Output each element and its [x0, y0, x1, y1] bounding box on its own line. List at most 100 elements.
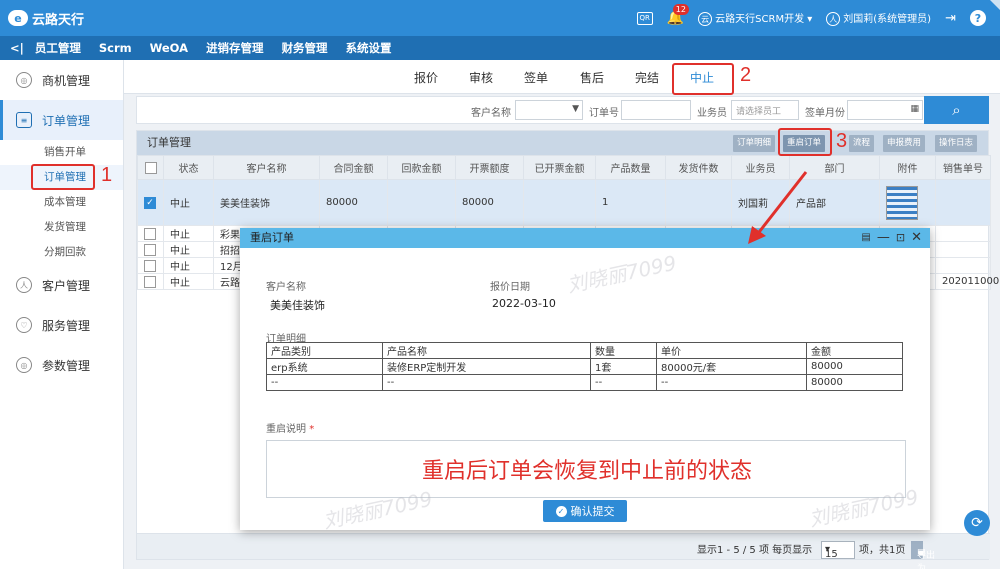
column-header[interactable]: 销售单号	[935, 155, 991, 180]
qr-dialog-icon[interactable]: ▤	[861, 228, 870, 248]
attachment-cell[interactable]	[879, 179, 936, 226]
floating-assistant-icon[interactable]: ⟳	[964, 510, 990, 536]
sidebar-item-orders[interactable]: ≡ 订单管理	[0, 100, 123, 140]
minimize-icon[interactable]: —	[877, 228, 890, 248]
pagination-bar: 显示1 - 5 / 5 项 每页显示 15 ▾ 项，共1页 ▣ 导出为excel	[137, 533, 990, 569]
sidebar-item-params[interactable]: ◎ 参数管理	[0, 345, 123, 385]
sidebar-sub-shipping[interactable]: 发货管理	[0, 215, 123, 240]
sidebar-item-service[interactable]: ♡ 服务管理	[0, 305, 123, 345]
order-no-input[interactable]	[621, 100, 691, 120]
operation-log-button[interactable]: 操作日志	[935, 135, 978, 152]
customer-select[interactable]: ▼	[515, 100, 583, 120]
shipped-cell	[665, 179, 732, 226]
logo-icon: e	[8, 10, 28, 26]
row-checkbox[interactable]	[144, 227, 156, 240]
table-row[interactable]: ✓ 中止 美美佳装饰 80000 80000 1 刘国莉 产品部	[137, 179, 991, 226]
nav-item-inventory[interactable]: 进销存管理	[197, 40, 273, 56]
company-name: 云路天行SCRM开发 ▾	[715, 13, 813, 25]
column-header[interactable]: 状态	[163, 155, 214, 180]
row-select-cell[interactable]	[137, 241, 164, 258]
chevron-down-icon: ▼	[572, 104, 579, 114]
qr-code-icon[interactable]: QR	[636, 11, 653, 25]
customer-label: 客户名称	[266, 282, 306, 293]
notification-badge: 12	[672, 4, 689, 15]
close-icon[interactable]: ✕	[911, 228, 922, 248]
sidebar-sub-installments[interactable]: 分期回款	[0, 240, 123, 265]
tab-quote[interactable]: 报价	[414, 69, 438, 86]
order-detail-button[interactable]: 订单明细	[733, 135, 776, 152]
table-header-row: 状态 客户名称 合同金额 回款金额 开票额度 已开票金额 产品数量 发货件数 业…	[137, 155, 991, 180]
row-select-cell[interactable]: ✓	[137, 179, 164, 226]
sidebar-item-opportunity[interactable]: ◎ 商机管理	[0, 60, 123, 100]
staff-input[interactable]: 请选择员工	[731, 100, 799, 120]
nav-item-finance[interactable]: 财务管理	[273, 40, 337, 56]
annotation-box-1	[31, 164, 95, 190]
customer-cell: 美美佳装饰	[213, 179, 320, 226]
app-name: 云路天行	[32, 12, 85, 28]
nav-item-scrm[interactable]: Scrm	[90, 41, 141, 55]
column-header[interactable]: 回款金额	[387, 155, 456, 180]
app-logo[interactable]: e 云路天行	[0, 9, 140, 28]
nav-item-staff[interactable]: 员工管理	[26, 40, 90, 56]
reason-textarea[interactable]: 重启后订单会恢复到中止前的状态	[266, 440, 906, 498]
column-header[interactable]: 发货件数	[665, 155, 732, 180]
search-button[interactable]: ⌕	[924, 96, 989, 124]
annotation-box-2	[672, 63, 734, 95]
logout-icon[interactable]: ⇥	[945, 11, 956, 26]
column-header[interactable]: 产品数量	[595, 155, 666, 180]
column-header[interactable]: 附件	[879, 155, 936, 180]
report-expense-button[interactable]: 申报费用	[883, 135, 926, 152]
month-input[interactable]: ▦	[847, 100, 923, 120]
invoice-limit-cell: 80000	[455, 179, 524, 226]
export-label: 导出为excel	[917, 551, 936, 569]
order-icon: ≡	[16, 112, 32, 128]
user-menu[interactable]: 人刘国莉(系统管理员)	[826, 10, 931, 27]
invoiced-cell	[523, 179, 596, 226]
company-switcher[interactable]: 云云路天行SCRM开发 ▾	[698, 10, 812, 27]
select-all-checkbox[interactable]	[144, 161, 157, 174]
item-header: 单价	[656, 342, 807, 359]
export-excel-button[interactable]: ▣ 导出为excel	[911, 541, 935, 569]
annotation-number-2: 2	[740, 64, 752, 86]
sidebar-sub-sales-order[interactable]: 销售开单	[0, 140, 123, 165]
flow-button[interactable]: 流程	[849, 135, 875, 152]
row-checkbox-checked[interactable]: ✓	[144, 196, 156, 209]
help-icon[interactable]: ?	[970, 10, 986, 26]
row-select-cell[interactable]	[137, 257, 164, 274]
order-items-table: 产品类别 产品名称 数量 单价 金额 erp系统 装修ERP定制开发 1套 80…	[266, 342, 903, 391]
corner-fold	[990, 0, 1000, 10]
tab-completed[interactable]: 完结	[635, 69, 659, 86]
row-select-cell[interactable]	[137, 225, 164, 242]
company-icon: 云	[698, 12, 713, 27]
confirm-submit-button[interactable]: ✓ 确认提交	[543, 500, 627, 522]
tab-signed[interactable]: 签单	[524, 69, 548, 86]
dialog-title: 重启订单	[250, 231, 294, 244]
nav-back-icon[interactable]: <|	[0, 41, 26, 55]
tab-aftersales[interactable]: 售后	[580, 69, 604, 86]
row-checkbox[interactable]	[144, 259, 156, 272]
status-cell: 中止	[163, 273, 214, 290]
sidebar-item-customers[interactable]: 人客户管理	[0, 265, 123, 305]
attachment-thumbnail[interactable]	[886, 185, 918, 220]
column-header[interactable]: 开票额度	[455, 155, 524, 180]
tab-review[interactable]: 审核	[469, 69, 493, 86]
nav-item-settings[interactable]: 系统设置	[337, 40, 401, 56]
sidebar-sub-cost[interactable]: 成本管理	[0, 190, 123, 215]
maximize-icon[interactable]: ⊡	[896, 228, 905, 248]
customer-value: 美美佳装饰	[270, 299, 325, 312]
row-checkbox[interactable]	[144, 275, 156, 288]
notification-bell-icon[interactable]: 🔔 12	[667, 4, 689, 26]
status-cell: 中止	[163, 241, 214, 258]
column-header[interactable]: 客户名称	[213, 155, 320, 180]
annotation-box-3	[778, 128, 832, 156]
paid-cell	[387, 179, 456, 226]
status-cell: 中止	[163, 257, 214, 274]
page-size-select[interactable]: 15 ▾	[821, 541, 855, 560]
user-icon: 人	[826, 12, 841, 27]
column-header[interactable]: 合同金额	[319, 155, 388, 180]
row-checkbox[interactable]	[144, 243, 156, 256]
select-all-cell[interactable]	[137, 155, 164, 180]
nav-item-weoa[interactable]: WeOA	[141, 41, 197, 55]
column-header[interactable]: 已开票金额	[523, 155, 596, 180]
row-select-cell[interactable]	[137, 273, 164, 290]
